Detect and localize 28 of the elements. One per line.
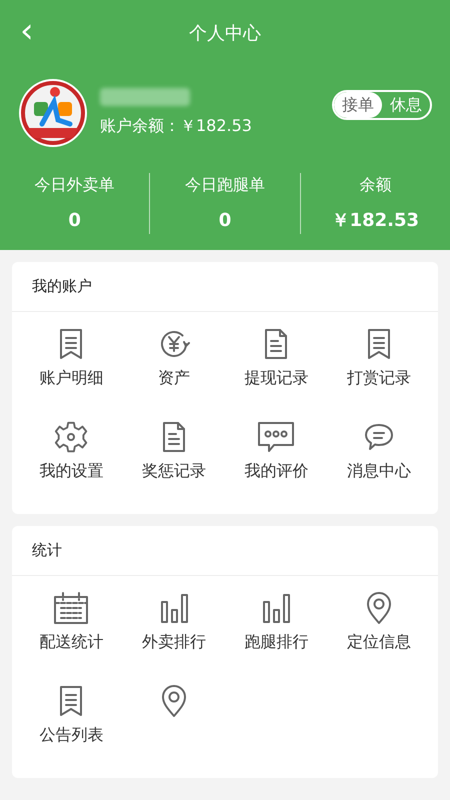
menu-item[interactable]: 公告列表	[20, 677, 122, 770]
menu-item[interactable]: 配送统计	[20, 584, 122, 677]
menu-item[interactable]: 定位信息	[328, 584, 430, 677]
section-title: 统计	[32, 540, 62, 562]
menu-item[interactable]: 消息中心	[328, 413, 430, 506]
menu-item[interactable]: 我的设置	[20, 413, 122, 506]
menu-item[interactable]: 账户明细	[20, 320, 122, 413]
menu-item[interactable]: 奖惩记录	[122, 413, 225, 506]
menu-item[interactable]: 打赏记录	[328, 320, 430, 413]
page-title: 个人中心	[189, 22, 261, 46]
account-balance: 账户余额：￥182.53	[100, 115, 253, 137]
menu-item[interactable]: 外卖排行	[122, 584, 225, 677]
stat-label: 余额	[359, 174, 392, 196]
comment-icon	[256, 419, 296, 455]
menu-item[interactable]: 跑腿排行	[225, 584, 328, 677]
stat-value: ￥182.53	[332, 209, 420, 233]
settings-icon	[53, 419, 90, 455]
menu-item[interactable]: 我的评价	[225, 413, 328, 506]
stat-label: 今日跑腿单	[184, 174, 265, 196]
section-title: 我的账户	[32, 276, 92, 298]
stat-label: 今日外卖单	[34, 174, 115, 196]
status-option[interactable]: 接单	[334, 92, 382, 118]
logo-icon	[18, 78, 88, 148]
menu-item[interactable]: 资产	[122, 320, 225, 413]
stat-value: 0	[68, 209, 81, 233]
status-toggle[interactable]: 接单 休息	[332, 90, 432, 120]
stat-value: 0	[218, 209, 232, 233]
menu-item[interactable]: 提现记录	[225, 320, 328, 413]
